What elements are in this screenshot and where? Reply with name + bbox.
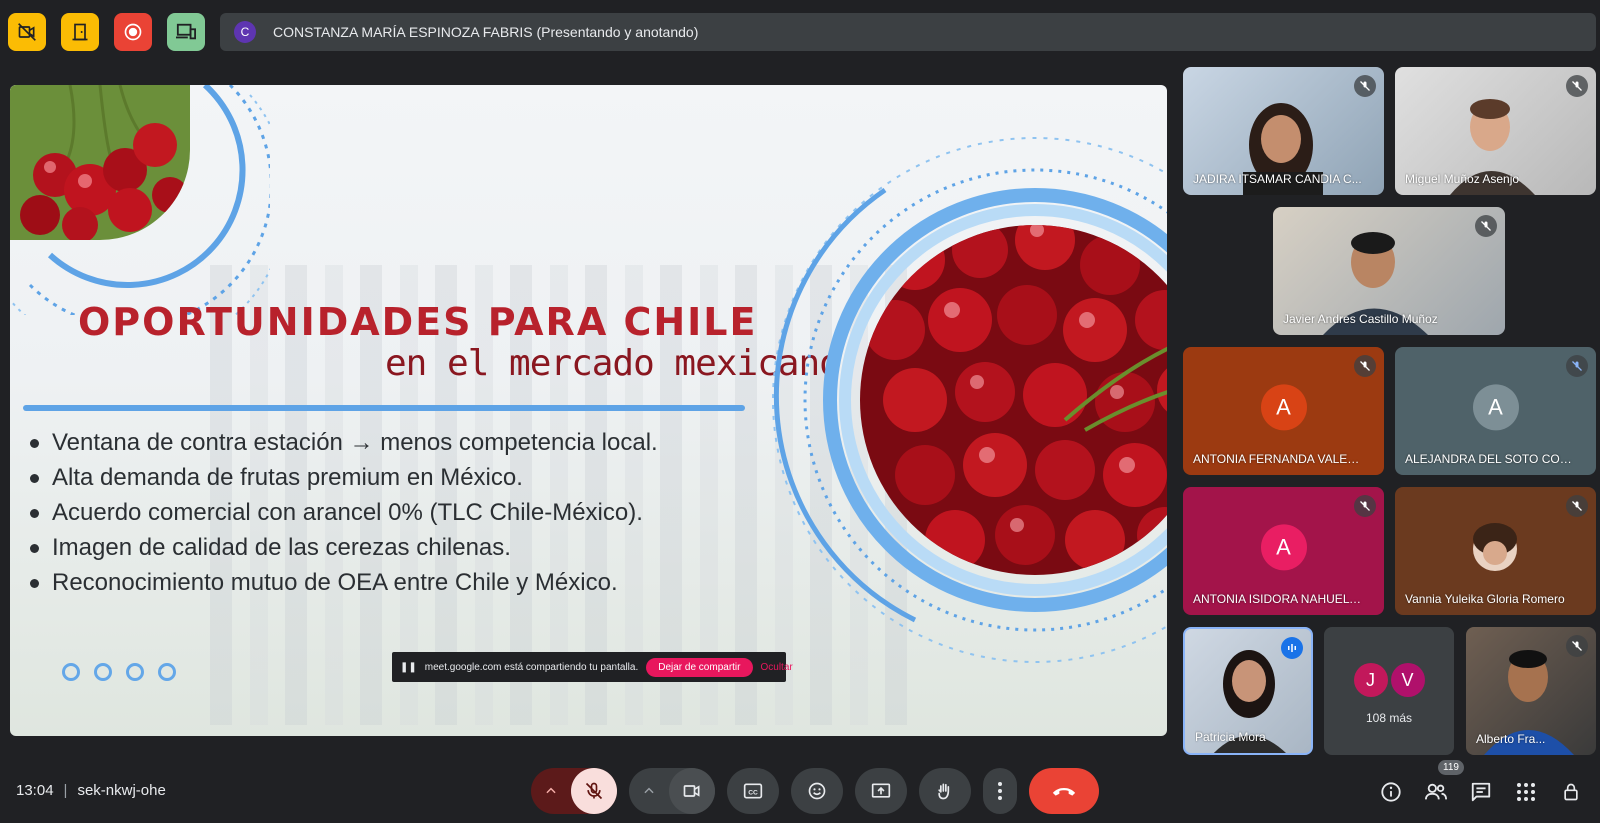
mic-off-icon: [1354, 75, 1376, 97]
end-call-icon: [1052, 787, 1076, 796]
more-options-button[interactable]: [983, 768, 1017, 814]
emoji-button[interactable]: [791, 768, 843, 814]
participant-name: Javier Andres Castillo Muñoz: [1283, 312, 1438, 326]
chat-icon[interactable]: [1469, 780, 1493, 804]
present-icon: [871, 783, 891, 798]
raise-hand-button[interactable]: [919, 768, 971, 814]
stop-sharing-button[interactable]: Dejar de compartir: [646, 657, 753, 677]
record-icon[interactable]: [114, 13, 152, 51]
mic-off-icon: [1566, 355, 1588, 377]
devices-icon[interactable]: [167, 13, 205, 51]
presenter-avatar: C: [234, 21, 256, 43]
participant-name: Patricia Mora: [1195, 730, 1266, 744]
avatar: A: [1260, 524, 1307, 571]
screen-share-banner: ❚❚ meet.google.com está compartiendo tu …: [392, 652, 793, 682]
avatar: J: [1353, 663, 1388, 697]
participant-count-badge: 119: [1438, 760, 1464, 775]
no-video-icon[interactable]: [8, 13, 46, 51]
participant-tile[interactable]: A ANTONIA ISIDORA NAHUEL Y...: [1183, 487, 1384, 615]
participant-name: ALEJANDRA DEL SOTO CON...: [1405, 452, 1575, 466]
mic-off-icon: [1475, 215, 1497, 237]
participant-tile[interactable]: Vannia Yuleika Gloria Romero: [1395, 487, 1596, 615]
mic-off-icon: [1354, 495, 1376, 517]
mic-off-icon: [1566, 635, 1588, 657]
mic-off-icon: [585, 782, 603, 800]
participant-tile[interactable]: JADIRA ITSAMAR CANDIA C...: [1183, 67, 1384, 195]
door-icon[interactable]: [61, 13, 99, 51]
avatar: A: [1260, 384, 1307, 431]
participant-tile[interactable]: Alberto Fra...: [1466, 627, 1596, 755]
present-screen-button[interactable]: [855, 768, 907, 814]
participant-tile[interactable]: Miguel Muñoz Asenjo: [1395, 67, 1596, 195]
avatar: V: [1390, 663, 1425, 697]
dot-icon: [94, 663, 112, 681]
presenter-name: CONSTANZA MARÍA ESPINOZA FABRIS (Present…: [273, 24, 699, 40]
slide-title: OPORTUNIDADES PARA CHILE: [78, 300, 758, 344]
mic-off-icon: [1566, 495, 1588, 517]
hide-banner-button[interactable]: Ocultar: [761, 662, 793, 673]
call-controls: CC: [531, 768, 1099, 814]
dot-icon: [62, 663, 80, 681]
bullet-item: Acuerdo comercial con arancel 0% (TLC Ch…: [28, 495, 658, 530]
clock-time: 13:04: [16, 782, 54, 799]
more-participants-label: 108 más: [1365, 711, 1413, 725]
bullet-list: Ventana de contra estación → menos compe…: [28, 425, 658, 600]
participant-name: JADIRA ITSAMAR CANDIA C...: [1193, 172, 1362, 186]
cherry-image-large: [772, 137, 1167, 663]
captions-button[interactable]: CC: [727, 768, 779, 814]
meeting-code: sek-nkwj-ohe: [77, 782, 166, 799]
svg-text:CC: CC: [748, 789, 758, 796]
participant-name: ANTONIA FERNANDA VALEN...: [1193, 452, 1363, 466]
camera-button[interactable]: [669, 768, 715, 814]
share-notice-text: meet.google.com está compartiendo tu pan…: [424, 661, 639, 673]
activities-grid-icon[interactable]: [1514, 780, 1538, 804]
participant-name: Alberto Fra...: [1476, 732, 1546, 746]
slide-dots: [62, 663, 176, 681]
side-panel-buttons: [1379, 780, 1583, 804]
mic-off-icon: [1566, 75, 1588, 97]
participant-name: Miguel Muñoz Asenjo: [1405, 172, 1520, 186]
more-participants-tile[interactable]: J V 108 más: [1324, 627, 1454, 755]
participant-tile[interactable]: A ANTONIA FERNANDA VALEN...: [1183, 347, 1384, 475]
separator: |: [63, 782, 68, 799]
meeting-info: 13:04 | sek-nkwj-ohe: [16, 782, 166, 799]
slide-divider: [23, 405, 745, 411]
hand-icon: [938, 783, 950, 800]
mic-off-icon: [1354, 355, 1376, 377]
dot-icon: [126, 663, 144, 681]
info-icon[interactable]: [1379, 780, 1403, 804]
host-controls-lock-icon[interactable]: [1559, 780, 1583, 804]
participant-name: Vannia Yuleika Gloria Romero: [1405, 592, 1565, 606]
dot-icon: [158, 663, 176, 681]
decorative-rings-small: [10, 85, 270, 315]
captions-icon: CC: [743, 783, 763, 799]
participant-name: ANTONIA ISIDORA NAHUEL Y...: [1193, 592, 1363, 606]
camera-icon: [683, 785, 700, 797]
chevron-up-icon[interactable]: [531, 784, 571, 798]
pause-icon: ❚❚: [400, 661, 417, 673]
emoji-icon: [808, 782, 826, 800]
more-vert-icon: [998, 782, 1002, 800]
bullet-item: Reconocimiento mutuo de OEA entre Chile …: [28, 565, 658, 600]
bullet-item: Ventana de contra estación → menos compe…: [28, 425, 658, 460]
leave-call-button[interactable]: [1029, 768, 1099, 814]
people-icon[interactable]: [1424, 780, 1448, 804]
bullet-item: Alta demanda de frutas premium en México…: [28, 460, 658, 495]
participant-tile-speaking[interactable]: Patricia Mora: [1183, 627, 1313, 755]
speaking-icon: [1281, 637, 1303, 659]
participant-tile[interactable]: A ALEJANDRA DEL SOTO CON...: [1395, 347, 1596, 475]
avatar: A: [1472, 384, 1519, 431]
presenter-bar: C CONSTANZA MARÍA ESPINOZA FABRIS (Prese…: [220, 13, 1596, 51]
mic-off-button[interactable]: [571, 768, 617, 814]
chevron-up-icon[interactable]: [629, 784, 669, 798]
host-controls: [8, 13, 205, 51]
shared-screen: OPORTUNIDADES PARA CHILE en el mercado m…: [10, 85, 1167, 736]
camera-control: [629, 768, 715, 814]
mic-control: [531, 768, 617, 814]
participant-tile[interactable]: Javier Andres Castillo Muñoz: [1273, 207, 1505, 335]
bullet-item: Imagen de calidad de las cerezas chilena…: [28, 530, 658, 565]
